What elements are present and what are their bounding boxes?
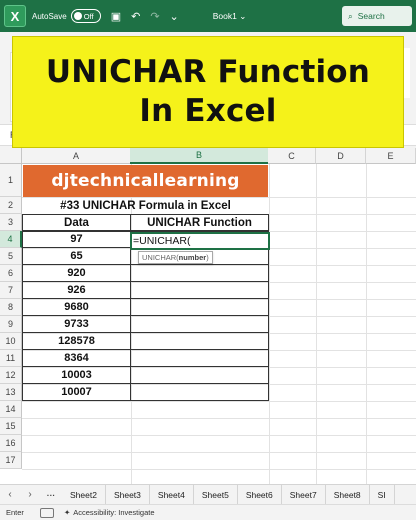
- grid-hline: [22, 452, 416, 453]
- banner-title-line1: UNICHAR Function: [45, 54, 371, 91]
- accessibility-icon: ✦: [63, 508, 71, 517]
- result-cell[interactable]: [130, 349, 269, 367]
- undo-icon[interactable]: ↶: [131, 10, 140, 23]
- save-icon[interactable]: ▣: [111, 10, 121, 23]
- row-header-1[interactable]: 1: [0, 164, 22, 197]
- select-all-corner[interactable]: [0, 148, 22, 164]
- toggle-knob: [73, 12, 82, 20]
- column-header-a[interactable]: A: [22, 148, 131, 164]
- data-cell[interactable]: 10003: [22, 366, 131, 384]
- row-header-8[interactable]: 8: [0, 299, 22, 316]
- status-bar: Enter ✦ Accessibility: Investigate: [0, 504, 416, 520]
- autosave-label: AutoSave: [32, 11, 67, 21]
- search-box[interactable]: ⌕ Search: [342, 6, 412, 26]
- more-sheets-icon[interactable]: ···: [40, 490, 62, 500]
- data-cell[interactable]: 926: [22, 281, 131, 299]
- workbook-name[interactable]: Book1 ⌄: [213, 11, 247, 22]
- row-header-17[interactable]: 17: [0, 452, 22, 469]
- tooltip-function-name: UNICHAR(: [142, 253, 179, 262]
- tab-sheet2[interactable]: Sheet2: [62, 484, 106, 505]
- row-header-13[interactable]: 13: [0, 384, 22, 401]
- sheet-tabs-bar: ‹ › ··· Sheet2 Sheet3 Sheet4 Sheet5 Sheet6 Sh…: [0, 484, 416, 505]
- row-header-5[interactable]: 5: [0, 248, 22, 265]
- banner-title-line2: In Excel: [139, 93, 277, 129]
- scroll-right-icon[interactable]: ›: [20, 489, 40, 500]
- row-header-16[interactable]: 16: [0, 435, 22, 452]
- grid-hline: [22, 435, 416, 436]
- accessibility-label: Accessibility: Investigate: [73, 508, 155, 517]
- autosave-state: Off: [83, 11, 94, 21]
- result-cell[interactable]: [130, 366, 269, 384]
- row-header-12[interactable]: 12: [0, 367, 22, 384]
- search-placeholder: Search: [357, 11, 385, 21]
- grid-hline: [22, 418, 416, 419]
- column-header-e[interactable]: E: [366, 148, 416, 164]
- data-cell[interactable]: 97: [22, 230, 131, 248]
- scroll-left-icon[interactable]: ‹: [0, 489, 20, 500]
- title-banner: UNICHAR Function In Excel: [12, 36, 404, 148]
- row-header-11[interactable]: 11: [0, 350, 22, 367]
- workbook-name-text: Book1: [212, 10, 237, 21]
- redo-icon[interactable]: ↷: [150, 10, 159, 23]
- row-header-4[interactable]: 4: [0, 231, 22, 248]
- brand-cell[interactable]: djtechnicallearning: [23, 165, 268, 197]
- customize-toolbar-icon[interactable]: ⌄: [170, 10, 179, 23]
- ribbon-edge: [404, 48, 410, 98]
- grid-vline: [366, 164, 367, 484]
- accessibility-status[interactable]: ✦ Accessibility: Investigate: [64, 508, 155, 517]
- column-header-d[interactable]: D: [316, 148, 366, 164]
- row-header-10[interactable]: 10: [0, 333, 22, 350]
- grid-vline: [316, 164, 317, 484]
- result-cell[interactable]: [130, 383, 269, 401]
- result-cell[interactable]: [130, 332, 269, 350]
- tab-sheet7[interactable]: Sheet7: [282, 484, 326, 505]
- grid-vline: [269, 164, 270, 484]
- data-cell[interactable]: 8364: [22, 349, 131, 367]
- column-header-b[interactable]: B: [130, 148, 269, 164]
- tooltip-argument: number: [178, 253, 207, 262]
- data-cell[interactable]: 128578: [22, 332, 131, 350]
- worksheet-grid[interactable]: ABCDE 1 2 3 4 5 6 7 8 9 10 11 12 13 14 15 16 17 djtechni…: [0, 148, 416, 484]
- data-cell[interactable]: 65: [22, 247, 131, 265]
- row-header-7[interactable]: 7: [0, 282, 22, 299]
- tab-sheet4[interactable]: Sheet4: [150, 484, 194, 505]
- row-header-3[interactable]: 3: [0, 214, 22, 231]
- result-cell[interactable]: [130, 298, 269, 316]
- result-cell[interactable]: [130, 264, 269, 282]
- data-cell[interactable]: 9733: [22, 315, 131, 333]
- column-header-c[interactable]: C: [268, 148, 316, 164]
- excel-logo-icon: X: [4, 5, 26, 27]
- data-cell[interactable]: 9680: [22, 298, 131, 316]
- title-bar: X AutoSave Off ▣ ↶ ↷ ⌄ Book1 ⌄ ⌕ Search: [0, 0, 416, 32]
- row-header-14[interactable]: 14: [0, 401, 22, 418]
- row-header-2[interactable]: 2: [0, 197, 22, 214]
- workbook-chevron-icon: ⌄: [239, 10, 247, 21]
- result-cell[interactable]: [130, 281, 269, 299]
- autosave-toggle[interactable]: Off: [70, 9, 101, 23]
- grid-hline: [22, 469, 416, 470]
- row-header-15[interactable]: 15: [0, 418, 22, 435]
- row-header-6[interactable]: 6: [0, 265, 22, 282]
- macro-record-icon[interactable]: [39, 507, 54, 518]
- data-cell[interactable]: 920: [22, 264, 131, 282]
- grid-hline: [22, 401, 416, 402]
- tab-sheet6[interactable]: Sheet6: [238, 484, 282, 505]
- function-tooltip[interactable]: UNICHAR(number): [138, 251, 213, 264]
- tab-sheet3[interactable]: Sheet3: [106, 484, 150, 505]
- tab-si[interactable]: SI: [370, 484, 395, 505]
- row-header-9[interactable]: 9: [0, 316, 22, 333]
- tab-sheet8[interactable]: Sheet8: [326, 484, 370, 505]
- data-cell[interactable]: 10007: [22, 383, 131, 401]
- search-icon: ⌕: [348, 10, 353, 21]
- result-cell[interactable]: [130, 315, 269, 333]
- tab-sheet5[interactable]: Sheet5: [194, 484, 238, 505]
- heading-cell[interactable]: #33 UNICHAR Formula in Excel: [23, 197, 268, 214]
- status-mode: Enter: [6, 508, 24, 517]
- active-edit-cell[interactable]: =UNICHAR(: [130, 232, 270, 250]
- tooltip-close-paren: ): [206, 253, 209, 262]
